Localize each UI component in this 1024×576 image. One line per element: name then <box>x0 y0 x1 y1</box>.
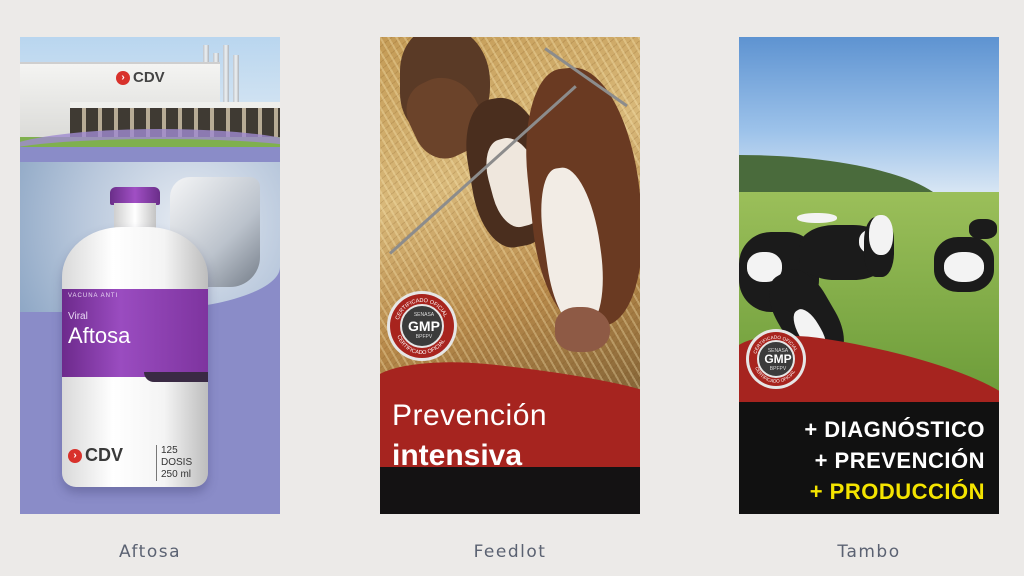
chimney <box>223 45 229 105</box>
caption-tambo[interactable]: Tambo <box>739 542 999 562</box>
card-tambo[interactable]: CERTIFICADO OFICIAL CERTIFICADO OFICIAL … <box>739 37 999 514</box>
dose-volume: 250 ml <box>161 469 192 480</box>
cow-spot <box>869 215 893 255</box>
vaccine-bottle: VACUNA ANTI Viral Aftosa › CDV 125 DOSIS … <box>62 187 208 487</box>
purple-wave <box>20 129 280 179</box>
tambo-line-produccion: + PRODUCCIÓN <box>809 479 985 504</box>
feedlot-title-line2: intensiva <box>392 439 523 472</box>
chevron-right-icon: › <box>68 449 82 464</box>
gmp-seal: CERTIFICADO OFICIAL CERTIFICADO OFICIAL … <box>749 332 803 386</box>
chevron-right-icon: › <box>116 71 130 86</box>
seal-center: SENASA GMP BPFPV <box>757 340 795 378</box>
label-viral-text: Viral <box>68 311 88 322</box>
cow-spot <box>944 252 984 282</box>
cow <box>969 219 997 239</box>
dose-info: 125 DOSIS 250 ml <box>156 445 208 481</box>
cow-spot <box>797 213 837 223</box>
gmp-seal: CERTIFICADO OFICIAL CERTIFICADO OFICIAL … <box>390 294 454 358</box>
feedlot-title-line1: Prevención <box>392 399 548 432</box>
card-aftosa[interactable]: › CDV VACUNA ANTI Viral Aftosa › CDV 125 D… <box>20 37 280 514</box>
seal-sub: BPFPV <box>769 366 787 372</box>
dose-count: 125 DOSIS <box>161 445 193 468</box>
seal-center: SENASA GMP BPFPV <box>400 304 444 348</box>
chimney <box>233 55 239 105</box>
label-accent <box>144 372 208 382</box>
card-feedlot[interactable]: CERTIFICADO OFICIAL CERTIFICADO OFICIAL … <box>380 37 640 514</box>
cow-muzzle <box>555 307 610 352</box>
seal-sub: BPFPV <box>415 334 433 340</box>
tambo-line-diagnostico: + DIAGNÓSTICO <box>804 417 985 442</box>
seal-mark: GMP <box>408 318 440 334</box>
black-band <box>380 467 640 514</box>
product-name: Aftosa <box>68 323 131 348</box>
tambo-line-prevencion: + PREVENCIÓN <box>814 448 985 473</box>
label-small-text: VACUNA ANTI <box>68 293 119 299</box>
seal-mark: GMP <box>764 352 792 366</box>
caption-feedlot[interactable]: Feedlot <box>380 542 640 562</box>
caption-aftosa[interactable]: Aftosa <box>20 542 280 562</box>
bottle-brand: › CDV <box>68 445 123 466</box>
building-logo: › CDV <box>116 69 165 86</box>
